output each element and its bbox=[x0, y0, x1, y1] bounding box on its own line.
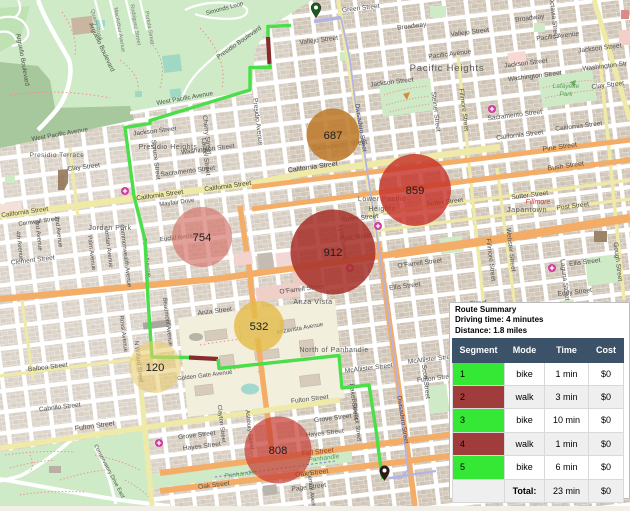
svg-text:North of Panhandle: North of Panhandle bbox=[299, 347, 368, 354]
svg-text:859: 859 bbox=[406, 185, 425, 197]
svg-text:Presidio Heights: Presidio Heights bbox=[139, 144, 198, 151]
svg-text:912: 912 bbox=[324, 247, 343, 259]
svg-text:Jordan Park: Jordan Park bbox=[88, 225, 131, 232]
svg-text:Japantown: Japantown bbox=[507, 205, 547, 214]
svg-text:Presidio Terrace: Presidio Terrace bbox=[30, 152, 85, 159]
svg-text:687: 687 bbox=[324, 130, 343, 142]
svg-text:Park: Park bbox=[559, 91, 573, 98]
svg-text:754: 754 bbox=[193, 232, 212, 244]
svg-text:Lafayette: Lafayette bbox=[553, 83, 580, 90]
svg-text:Pacific Heights: Pacific Heights bbox=[410, 63, 485, 74]
svg-text:808: 808 bbox=[269, 445, 288, 457]
svg-text:Anza Vista: Anza Vista bbox=[293, 297, 332, 306]
svg-text:120: 120 bbox=[146, 362, 165, 374]
svg-text:Fillmore: Fillmore bbox=[526, 199, 551, 206]
svg-text:532: 532 bbox=[250, 321, 269, 333]
